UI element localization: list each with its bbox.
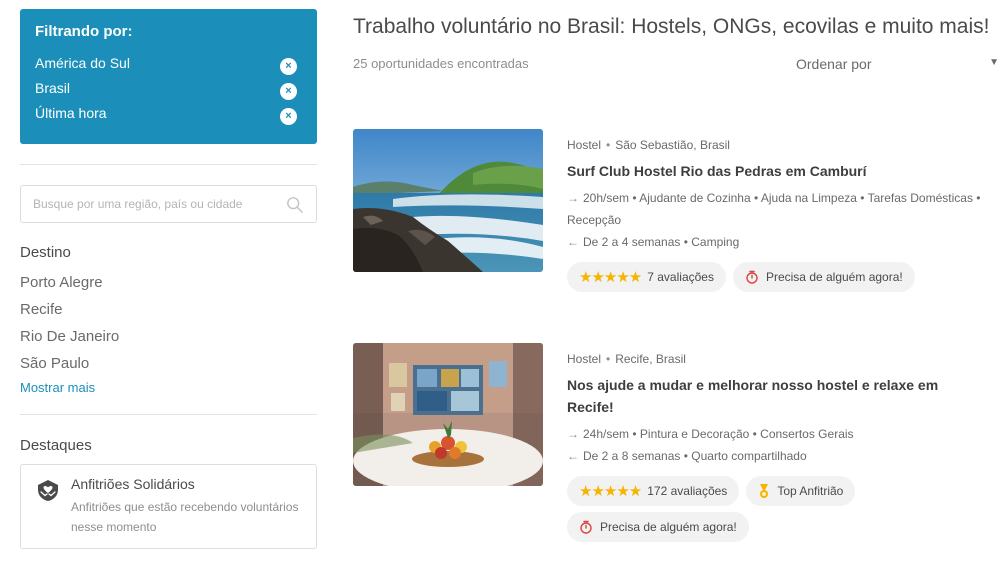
arrow-left-icon: ← bbox=[567, 235, 579, 249]
urgent-text: Precisa de alguém agora! bbox=[765, 270, 903, 284]
sort-dropdown[interactable]: Ordenar por ▼ bbox=[796, 56, 999, 74]
listing-card[interactable]: Hostel • Recife, Brasil Nos ajude a mudar … bbox=[353, 343, 993, 553]
listing-details: → 20h/sem • Ajudante de Cozinha • Ajuda n… bbox=[567, 187, 987, 253]
chevron-down-icon: ▼ bbox=[989, 57, 999, 68]
destino-list: Porto Alegre Recife Rio De Janeiro São P… bbox=[20, 269, 317, 377]
card-title: Anfitriões Solidários bbox=[71, 476, 195, 492]
separator-dot: • bbox=[606, 352, 611, 366]
star-rating-icon: ★★★★★ bbox=[579, 269, 642, 286]
urgent-pill: Precisa de alguém agora! bbox=[732, 262, 915, 292]
destaques-heading: Destaques bbox=[20, 437, 92, 454]
listing-details: → 24h/sem • Pintura e Decoração • Consert… bbox=[567, 423, 987, 467]
listing-stay: ← De 2 a 8 semanas • Quarto compartilhado bbox=[567, 445, 987, 467]
card-text: Anfitriões Solidários Anfitriões que est… bbox=[71, 476, 302, 537]
solidary-hosts-card[interactable]: Anfitriões Solidários Anfitriões que est… bbox=[20, 464, 317, 549]
reviews-count: 7 avaliações bbox=[647, 270, 714, 284]
listing-title[interactable]: Surf Club Hostel Rio das Pedras em Cambu… bbox=[567, 160, 987, 182]
card-description: Anfitriões que estão recebendo voluntári… bbox=[71, 500, 299, 534]
urgent-pill: Precisa de alguém agora! bbox=[567, 512, 749, 542]
filter-label: Brasil bbox=[35, 79, 71, 96]
handshake-heart-icon bbox=[38, 480, 58, 501]
divider bbox=[20, 164, 317, 165]
arrow-right-icon: → bbox=[567, 191, 579, 205]
results-count: 25 oportunidades encontradas bbox=[353, 56, 529, 71]
show-more-link[interactable]: Mostrar mais bbox=[20, 380, 317, 395]
filters-title: Filtrando por: bbox=[35, 23, 133, 40]
urgent-text: Precisa de alguém agora! bbox=[600, 520, 737, 534]
listing-stay: ← De 2 a 4 semanas • Camping bbox=[567, 231, 987, 253]
destino-item[interactable]: São Paulo bbox=[20, 350, 317, 377]
arrow-right-icon: → bbox=[567, 427, 579, 441]
sort-label: Ordenar por bbox=[796, 56, 872, 72]
active-filters-panel: Filtrando por: América do Sul × Brasil ×… bbox=[20, 9, 317, 144]
results-meta: 25 oportunidades encontradas Ordenar por… bbox=[353, 56, 999, 74]
listing-info: Hostel • São Sebastião, Brasil Surf Club H… bbox=[567, 138, 987, 292]
listing-tasks: → 24h/sem • Pintura e Decoração • Consert… bbox=[567, 423, 987, 445]
listing-title[interactable]: Nos ajude a mudar e melhorar nosso hoste… bbox=[567, 374, 987, 418]
filter-label: Última hora bbox=[35, 104, 107, 121]
stay-text: De 2 a 4 semanas • Camping bbox=[583, 235, 740, 249]
sidebar: Filtrando por: América do Sul × Brasil ×… bbox=[20, 9, 317, 549]
top-host-pill: Top Anfitrião bbox=[746, 476, 856, 506]
reviews-count: 172 avaliações bbox=[647, 484, 728, 498]
arrow-left-icon: ← bbox=[567, 449, 579, 463]
rating-pill[interactable]: ★★★★★ 7 avaliações bbox=[567, 262, 726, 292]
timer-icon bbox=[746, 270, 758, 284]
separator-dot: • bbox=[606, 138, 611, 152]
listing-photo[interactable] bbox=[353, 129, 543, 272]
rating-pill[interactable]: ★★★★★ 172 avaliações bbox=[567, 476, 740, 506]
tasks-text: 24h/sem • Pintura e Decoração • Conserto… bbox=[583, 427, 854, 441]
destino-item[interactable]: Porto Alegre bbox=[20, 269, 317, 296]
medal-icon bbox=[760, 483, 769, 498]
search-box bbox=[20, 185, 317, 223]
remove-filter-icon[interactable]: × bbox=[280, 108, 297, 125]
listing-info: Hostel • Recife, Brasil Nos ajude a mudar … bbox=[567, 352, 987, 542]
star-rating-icon: ★★★★★ bbox=[579, 483, 642, 500]
stay-text: De 2 a 8 semanas • Quarto compartilhado bbox=[583, 449, 807, 463]
listing-tasks: → 20h/sem • Ajudante de Cozinha • Ajuda n… bbox=[567, 187, 987, 231]
remove-filter-icon[interactable]: × bbox=[280, 58, 297, 75]
top-host-text: Top Anfitrião bbox=[777, 484, 844, 498]
remove-filter-icon[interactable]: × bbox=[280, 83, 297, 100]
destino-item[interactable]: Rio De Janeiro bbox=[20, 323, 317, 350]
destino-item[interactable]: Recife bbox=[20, 296, 317, 323]
listing-photo[interactable] bbox=[353, 343, 543, 486]
timer-icon bbox=[580, 520, 592, 534]
search-icon[interactable] bbox=[286, 196, 304, 214]
listing-location: São Sebastião, Brasil bbox=[615, 138, 730, 152]
listing-card[interactable]: Hostel • São Sebastião, Brasil Surf Club H… bbox=[353, 129, 993, 299]
listing-type: Hostel bbox=[567, 352, 602, 366]
destino-heading: Destino bbox=[20, 244, 71, 261]
filter-chip: América do Sul × bbox=[35, 50, 303, 75]
divider bbox=[20, 414, 317, 415]
listing-type: Hostel bbox=[567, 138, 602, 152]
listing-breadcrumb: Hostel • São Sebastião, Brasil bbox=[567, 138, 987, 152]
filter-chip: Última hora × bbox=[35, 100, 303, 125]
search-input[interactable] bbox=[21, 186, 316, 222]
tasks-text: 20h/sem • Ajudante de Cozinha • Ajuda na… bbox=[567, 191, 981, 227]
page-title: Trabalho voluntário no Brasil: Hostels, … bbox=[353, 15, 990, 38]
results-main: Trabalho voluntário no Brasil: Hostels, … bbox=[353, 0, 999, 542]
filter-chip: Brasil × bbox=[35, 75, 303, 100]
listing-breadcrumb: Hostel • Recife, Brasil bbox=[567, 352, 987, 366]
listing-badges: ★★★★★ 7 avaliações Precisa de alguém ago… bbox=[567, 262, 987, 292]
listing-location: Recife, Brasil bbox=[615, 352, 686, 366]
filter-label: América do Sul bbox=[35, 54, 130, 71]
listing-badges: ★★★★★ 172 avaliações Top Anfitrião Preci… bbox=[567, 476, 987, 542]
